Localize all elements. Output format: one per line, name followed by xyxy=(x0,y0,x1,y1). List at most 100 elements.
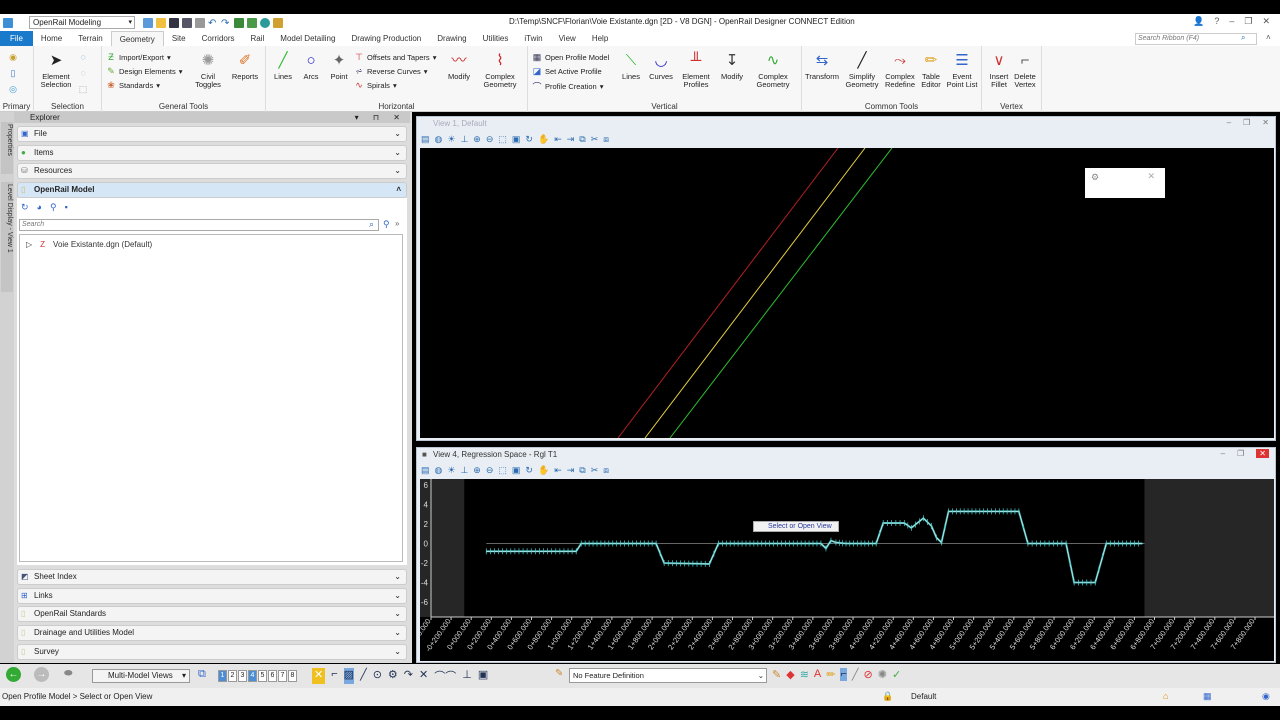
snap-curve-icon[interactable]: ⌐ xyxy=(331,668,337,684)
tab-geometry[interactable]: Geometry xyxy=(110,31,164,46)
collapse-ribbon-icon[interactable]: ˄ xyxy=(1266,33,1271,42)
user-icon[interactable]: 👤 xyxy=(1193,16,1204,27)
rotate-icon[interactable]: ↻ xyxy=(525,134,533,145)
settings-icon[interactable] xyxy=(260,17,270,28)
spirals-button[interactable]: ∿ Spirals ▾ xyxy=(354,80,396,91)
feature-text-icon[interactable]: A xyxy=(814,668,821,681)
zoom-out-icon[interactable]: ⊖ xyxy=(486,465,494,476)
copy-view-icon[interactable]: ⧉ xyxy=(579,465,585,476)
feature-pencil-icon[interactable]: ✏ xyxy=(826,668,835,681)
home-icon[interactable]: ⌂ xyxy=(1163,691,1168,701)
close-icon[interactable]: ✕ xyxy=(1262,118,1269,127)
lighting-icon[interactable]: ☀ xyxy=(447,134,455,145)
active-level[interactable]: Default xyxy=(911,692,936,701)
feature-disable-icon[interactable]: ⊘ xyxy=(864,668,873,681)
tab-itwin[interactable]: iTwin xyxy=(516,31,550,46)
refresh-icon[interactable]: ↻ xyxy=(21,202,29,213)
event-point-list-button[interactable]: ☰ Event Point List xyxy=(944,52,980,89)
v-complex-geometry-button[interactable]: ∿ Complex Geometry xyxy=(750,52,796,89)
views-dropdown[interactable]: Multi-Model Views ▾ xyxy=(92,669,190,683)
zoom-icon[interactable]: ⚲ xyxy=(50,202,57,213)
section-resources[interactable]: ⛁ Resources ⌄ xyxy=(17,163,407,179)
zoom-out-icon[interactable]: ⊖ xyxy=(486,134,494,145)
standards-button[interactable]: ❀ Standards ▾ xyxy=(106,80,160,91)
feature-active-icon[interactable]: ⌐ xyxy=(840,668,847,681)
section-sheet-index[interactable]: ◩ Sheet Index ⌄ xyxy=(17,569,407,585)
view-button-7[interactable]: 7 xyxy=(278,670,287,682)
simplify-geometry-button[interactable]: ╱ Simplify Geometry xyxy=(842,52,882,89)
save-settings-icon[interactable] xyxy=(182,17,192,28)
search-ribbon-input[interactable]: Search Ribbon (F4) xyxy=(1135,33,1257,45)
tab-model-detailing[interactable]: Model Detailing xyxy=(272,31,343,46)
restore-icon[interactable]: ❐ xyxy=(1243,118,1250,127)
element-profiles-button[interactable]: ╨ Element Profiles xyxy=(678,52,714,89)
curves-button[interactable]: ◡ Curves xyxy=(646,52,676,81)
lock-icon[interactable]: 🔒 xyxy=(882,691,893,702)
fit-view-icon[interactable]: ▣ xyxy=(512,465,521,476)
view-1-controls[interactable]: – ❐ ✕ xyxy=(1227,118,1269,127)
connection-icon[interactable]: ◉ xyxy=(1262,691,1270,702)
element-selection-button[interactable]: ➤ Element Selection xyxy=(38,52,74,89)
snap-arc-icon[interactable]: ⌒⌒ xyxy=(434,668,456,684)
delete-vertex-button[interactable]: ⌐ Delete Vertex xyxy=(1012,52,1038,89)
view-button-2[interactable]: 2 xyxy=(228,670,237,682)
undo-icon[interactable]: ↶ xyxy=(208,18,218,29)
primary-tool-3[interactable]: ◎ xyxy=(8,84,18,95)
section-openrail-model[interactable]: ▯ OpenRail Model ˄ xyxy=(17,182,407,198)
pan-icon[interactable]: ✋ xyxy=(538,134,549,145)
feature-gear-icon[interactable]: ✺ xyxy=(878,668,887,681)
tab-file[interactable]: File xyxy=(0,31,33,46)
next-view-icon[interactable]: ⇥ xyxy=(567,134,575,145)
workspace-dropdown[interactable]: OpenRail Modeling xyxy=(29,16,135,29)
tab-view[interactable]: View xyxy=(551,31,584,46)
snap-box-icon[interactable]: ▣ xyxy=(478,668,488,684)
display-style-icon[interactable]: ◍ xyxy=(435,465,443,476)
dialog-close-icon[interactable]: ✕ xyxy=(1147,171,1155,182)
pan-icon[interactable]: ✋ xyxy=(538,465,549,476)
view-button-3[interactable]: 3 xyxy=(238,670,247,682)
explorer-window-controls[interactable]: ▾ ⊓ ✕ xyxy=(355,112,406,123)
clip-icon[interactable]: ✂ xyxy=(591,465,599,476)
model-search-input[interactable]: Search xyxy=(19,219,379,231)
close-icon[interactable]: ✕ xyxy=(1256,449,1269,458)
grid-view-icon[interactable]: ▪ xyxy=(65,202,68,213)
open-profile-model-button[interactable]: ▦ Open Profile Model xyxy=(532,52,609,63)
view-tool-icon[interactable]: ⧈ xyxy=(603,134,609,145)
h-lines-button[interactable]: ╱ Lines xyxy=(270,52,296,81)
view-attributes-icon[interactable]: ▤ xyxy=(421,465,430,476)
pin-icon[interactable] xyxy=(234,17,244,28)
tab-terrain[interactable]: Terrain xyxy=(70,31,110,46)
point-button[interactable]: ✦ Point xyxy=(326,52,352,81)
restore-icon[interactable]: ❐ xyxy=(1237,449,1244,458)
reports-button[interactable]: ✐ Reports xyxy=(228,52,262,81)
view-button-6[interactable]: 6 xyxy=(268,670,277,682)
civil-toggles-button[interactable]: ✺ Civil Toggles xyxy=(192,52,224,89)
zoom-in-icon[interactable]: ⊕ xyxy=(473,134,481,145)
view-button-1[interactable]: 1 xyxy=(218,670,227,682)
h-modify-button[interactable]: 〰 Modify xyxy=(442,52,476,81)
transform-button[interactable]: ⇆ Transform xyxy=(804,52,840,81)
previous-view-icon[interactable]: ⇤ xyxy=(554,134,562,145)
tab-site[interactable]: Site xyxy=(164,31,194,46)
arcs-button[interactable]: ○ Arcs xyxy=(298,52,324,81)
tab-rail[interactable]: Rail xyxy=(243,31,273,46)
views-icon[interactable]: ⧉ xyxy=(198,668,206,681)
tab-corridors[interactable]: Corridors xyxy=(194,31,243,46)
next-view-icon[interactable]: ⇥ xyxy=(567,465,575,476)
search-icon[interactable]: ⌕ xyxy=(1241,33,1245,43)
clip-icon[interactable]: ✂ xyxy=(591,134,599,145)
copy-view-icon[interactable]: ⧉ xyxy=(579,134,585,145)
search-options-icon[interactable]: ⚲ xyxy=(383,219,390,230)
rotate-icon[interactable]: ↻ xyxy=(525,465,533,476)
view-button-8[interactable]: 8 xyxy=(288,670,297,682)
insert-fillet-button[interactable]: ∨ Insert Fillet xyxy=(986,52,1012,89)
model-icon[interactable]: ⬬ xyxy=(64,668,73,679)
view-button-4[interactable]: 4 xyxy=(248,670,257,682)
section-drainage-utilities[interactable]: ▯ Drainage and Utilities Model ⌄ xyxy=(17,625,407,641)
tab-help[interactable]: Help xyxy=(584,31,616,46)
minimize-icon[interactable]: – xyxy=(1227,118,1231,127)
feature-check-icon[interactable]: ✓ xyxy=(892,668,901,681)
lighting-icon[interactable]: ☀ xyxy=(447,465,455,476)
feature-3d-icon[interactable]: ◆ xyxy=(786,668,794,681)
back-icon[interactable]: ← xyxy=(6,667,21,682)
